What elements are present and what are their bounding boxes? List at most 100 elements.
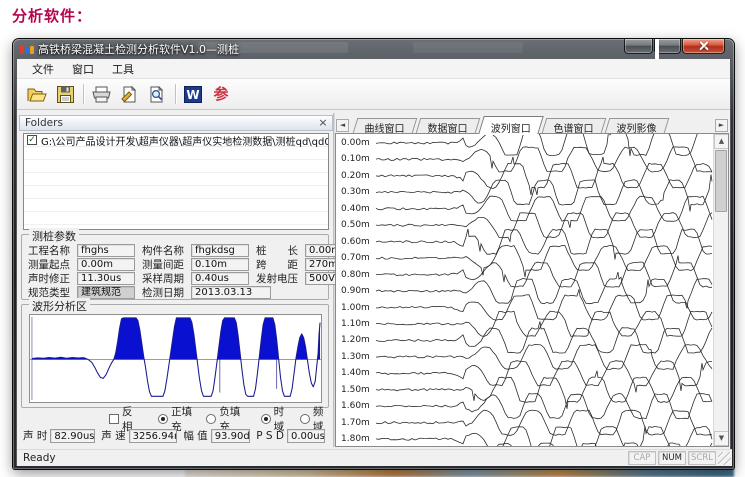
title-bar[interactable]: 高铁桥梁混凝土检测分析软件V1.0—测桩 <box>13 39 734 59</box>
folders-pane-title: Folders <box>25 117 63 129</box>
param-field[interactable]: 2013.03.13 <box>191 286 271 299</box>
depth-label: 1.10m <box>341 319 373 329</box>
param-row: 声时修正11.30us采样周期0.40us发射电压500V <box>28 271 366 286</box>
scrollbar-thumb[interactable] <box>715 150 727 212</box>
glass-reflection <box>413 42 523 53</box>
status-indicator-scrl: SCRL <box>688 451 716 465</box>
toolbar-separator <box>175 84 176 104</box>
tab-4[interactable]: 波列影像 <box>605 118 670 133</box>
time-domain-radio[interactable] <box>261 414 271 424</box>
tab-2[interactable]: 波列窗口 <box>478 116 544 134</box>
parameters-button[interactable]: 参 <box>209 82 233 106</box>
resize-grip[interactable] <box>718 452 731 465</box>
depth-label: 0.90m <box>341 286 373 296</box>
reading-label: 声 时 <box>23 428 47 443</box>
trace <box>376 175 712 212</box>
trace <box>376 196 712 228</box>
trace <box>376 394 712 419</box>
depth-label: 0.30m <box>341 187 373 197</box>
vertical-scrollbar[interactable]: ▲ ▼ <box>713 134 728 446</box>
open-file-button[interactable] <box>25 82 49 106</box>
freq-domain-radio[interactable] <box>300 414 310 424</box>
fill-positive-radio[interactable] <box>158 414 168 424</box>
reading-field[interactable]: 93.90dB <box>211 429 251 443</box>
menu-item-1[interactable]: 窗口 <box>63 59 103 79</box>
fill-negative-radio[interactable] <box>206 414 216 424</box>
reading-field[interactable]: 82.90us <box>50 429 95 443</box>
param-row: 工程名称fhghs构件名称fhgkdsg桩 长0.00m <box>28 243 366 258</box>
print-button[interactable] <box>89 82 113 106</box>
invert-checkbox[interactable] <box>109 414 119 424</box>
trace <box>376 157 712 195</box>
folder-list-item[interactable]: ✓ G:\公司产品设计开发\超声仪器\超声仪实地检测数据\测桩qd\qd03\qd… <box>24 134 328 147</box>
param-field[interactable]: fhgkdsg <box>191 244 249 257</box>
depth-label: 1.70m <box>341 418 373 428</box>
empty-list-row <box>24 147 328 160</box>
param-label: 发射电压 <box>256 271 305 286</box>
waveform-plot[interactable] <box>29 314 322 403</box>
reading-field[interactable]: 3256.94m/s <box>129 429 178 443</box>
empty-list-row <box>24 160 328 173</box>
trace <box>376 147 712 172</box>
param-field[interactable]: 0.00m <box>77 258 135 271</box>
depth-label: 1.00m <box>341 303 373 313</box>
empty-list-row <box>24 173 328 186</box>
folder-path-label: G:\公司产品设计开发\超声仪器\超声仪实地检测数据\测桩qd\qd03\qd0… <box>41 133 328 148</box>
trace <box>376 361 712 393</box>
maximize-button[interactable] <box>654 39 681 54</box>
tab-scroll-right-icon[interactable]: ► <box>715 119 728 132</box>
scroll-up-icon[interactable]: ▲ <box>714 134 729 149</box>
item-checkbox[interactable]: ✓ <box>27 135 37 145</box>
page-heading: 分析软件： <box>12 5 92 26</box>
param-field[interactable]: 0.40us <box>191 272 249 285</box>
readings-row: 声 时82.90us声 速3256.94m/s幅 值93.90dBP S D0.… <box>23 428 331 443</box>
depth-label: 1.60m <box>341 401 373 411</box>
close-button[interactable] <box>682 39 725 54</box>
depth-label: 1.50m <box>341 385 373 395</box>
printer-icon <box>91 85 112 104</box>
param-label: 采样周期 <box>142 271 191 286</box>
maximize-icon <box>655 39 659 59</box>
menu-bar: 文件窗口工具 <box>17 59 730 79</box>
folders-list[interactable]: ✓ G:\公司产品设计开发\超声仪器\超声仪实地检测数据\测桩qd\qd03\qd… <box>23 133 329 230</box>
save-button[interactable] <box>53 82 77 106</box>
pile-params-title: 测桩参数 <box>29 228 79 244</box>
app-icon <box>20 44 33 55</box>
depth-label: 0.50m <box>341 220 373 230</box>
param-field[interactable]: fhghs <box>77 244 135 257</box>
page-tool-icon <box>119 85 139 104</box>
status-text: Ready <box>23 452 56 464</box>
glass-reflection <box>198 42 348 53</box>
minimize-button[interactable] <box>624 39 653 54</box>
toolbar: W 参 <box>17 79 730 110</box>
reading-label: 声 速 <box>101 428 125 443</box>
params-glyph-icon: 参 <box>213 86 228 103</box>
tab-0[interactable]: 曲线窗口 <box>353 118 418 133</box>
client-area: 文件窗口工具 <box>16 59 731 466</box>
folders-pane-header[interactable]: Folders × <box>19 115 333 131</box>
depth-label: 0.40m <box>341 204 373 214</box>
menu-item-0[interactable]: 文件 <box>23 59 63 79</box>
tab-1[interactable]: 数据窗口 <box>416 118 481 133</box>
toolbar-separator <box>83 84 84 104</box>
reading-field[interactable]: 0.00us^2/m <box>287 429 325 443</box>
tab-3[interactable]: 色谱窗口 <box>542 118 607 133</box>
word-icon: W <box>184 86 202 103</box>
close-icon <box>683 39 724 53</box>
depth-label: 0.10m <box>341 154 373 164</box>
empty-list-row <box>24 212 328 225</box>
tab-label: 波列窗口 <box>482 117 540 135</box>
wave-train-panel[interactable]: 1.80m1.70m1.60m1.50m1.40m1.30m1.20m1.10m… <box>335 133 729 447</box>
trace <box>376 443 712 446</box>
print-preview-button[interactable] <box>145 82 169 106</box>
export-word-button[interactable]: W <box>181 82 205 106</box>
print-setup-button[interactable] <box>117 82 141 106</box>
waveform-analysis-title: 波形分析区 <box>29 298 90 314</box>
param-field[interactable]: 0.10m <box>191 258 249 271</box>
param-field[interactable]: 11.30us <box>77 272 135 285</box>
menu-item-2[interactable]: 工具 <box>103 59 143 79</box>
tab-scroll-left-icon[interactable]: ◄ <box>336 119 349 132</box>
scroll-down-icon[interactable]: ▼ <box>714 431 729 446</box>
pane-close-icon[interactable]: × <box>317 116 329 130</box>
open-folder-icon <box>27 85 48 104</box>
